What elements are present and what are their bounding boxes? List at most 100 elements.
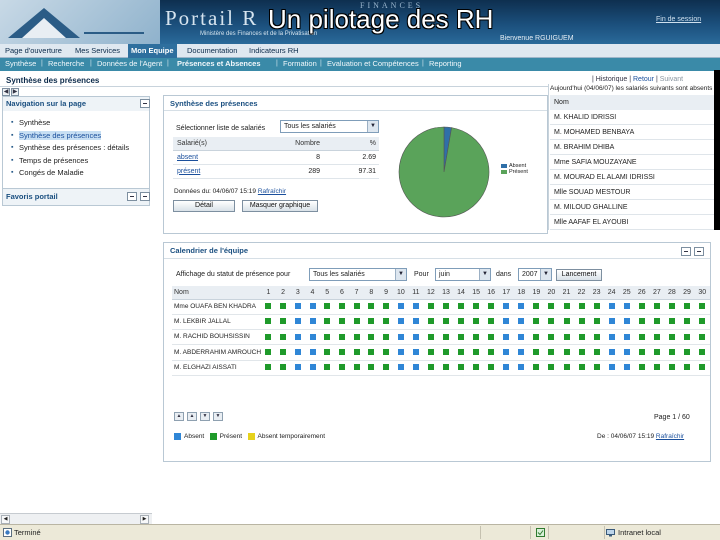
day-cell — [408, 344, 424, 361]
present-link[interactable]: présent — [173, 164, 251, 179]
options-icon[interactable] — [694, 247, 704, 256]
back-link[interactable]: Retour — [633, 76, 654, 83]
status-square — [458, 303, 465, 310]
status-square — [593, 333, 600, 340]
scrollbar[interactable] — [714, 70, 720, 230]
nav-item-conges-maladie[interactable]: Congés de Maladie — [11, 167, 149, 180]
status-square — [280, 349, 287, 356]
minimize-icon[interactable] — [140, 99, 150, 108]
status-square — [578, 349, 585, 356]
legend-item: Présent — [501, 169, 528, 175]
next-link[interactable]: Suivant — [660, 76, 683, 83]
nav-item-synthese-presences[interactable]: Synthèse des présences — [11, 130, 149, 143]
launch-button[interactable]: Lancement — [556, 269, 602, 281]
nav-item-temps-presences[interactable]: Temps de présences — [11, 155, 149, 168]
day-cell — [363, 360, 379, 376]
nav-item-synthese-details[interactable]: Synthèse des présences : détails — [11, 142, 149, 155]
history-menu[interactable]: Historique — [596, 76, 628, 83]
status-square — [427, 333, 434, 340]
nav-page-ouverture[interactable]: Page d'ouverture — [2, 44, 65, 58]
refresh-link[interactable]: Rafraîchir — [656, 433, 684, 440]
collapse-left-icon[interactable]: ◀ — [2, 88, 10, 96]
nav-mes-services[interactable]: Mes Services — [72, 44, 123, 58]
nav-documentation[interactable]: Documentation — [184, 44, 240, 58]
subnav-donnees-agent[interactable]: Données de l'Agent — [97, 58, 162, 71]
day-cell — [649, 360, 665, 376]
calendar-body: Mme OUAFA BEN KHADRA M. LEKBIR JALLAL M. R… — [172, 299, 710, 376]
month-select[interactable]: juin ▼ — [435, 268, 491, 281]
horizontal-scrollbar[interactable]: ◀ ▶ — [0, 513, 152, 524]
day-cell — [363, 344, 379, 361]
employee-filter-select[interactable]: Tous les salariés ▼ — [309, 268, 407, 281]
subnav-synthese[interactable]: Synthèse — [5, 58, 36, 71]
day-cell — [363, 329, 379, 346]
refresh-link[interactable]: Rafraîchir — [258, 188, 286, 195]
last-page-icon[interactable]: ▼ — [213, 412, 223, 421]
day-column-header: 14 — [453, 286, 469, 300]
status-square — [623, 303, 630, 310]
day-cell — [543, 314, 559, 331]
scroll-right-icon[interactable]: ▶ — [140, 515, 149, 524]
minimize-icon[interactable] — [140, 192, 150, 201]
day-cell — [634, 360, 650, 376]
day-cell — [275, 299, 291, 315]
year-select[interactable]: 2007 ▼ — [518, 268, 552, 281]
status-square — [309, 349, 316, 356]
status-square — [294, 333, 301, 340]
first-page-icon[interactable]: ▲ — [174, 412, 184, 421]
status-square — [458, 349, 465, 356]
day-cell — [589, 360, 605, 376]
table-row: présent 289 97.31 — [173, 164, 379, 179]
status-square — [443, 364, 449, 371]
status-square — [638, 333, 645, 340]
day-cell — [694, 299, 710, 315]
day-column-header: 6 — [334, 286, 350, 300]
status-square — [668, 364, 675, 371]
day-cell — [423, 344, 439, 361]
nav-item-synthese[interactable]: Synthèse — [11, 117, 149, 130]
absent-link[interactable]: absent — [173, 150, 251, 165]
subnav-presences-absences[interactable]: Présences et Absences — [177, 58, 261, 71]
status-square — [294, 349, 301, 356]
subnav-evaluation[interactable]: Evaluation et Compétences — [327, 58, 419, 71]
status-separator — [530, 526, 531, 539]
day-cell — [468, 329, 484, 346]
day-cell — [453, 360, 469, 376]
day-cell — [261, 299, 276, 315]
subnav-recherche[interactable]: Recherche — [48, 58, 84, 71]
day-column-header: 29 — [679, 286, 695, 300]
column-header: % — [323, 137, 379, 151]
logout-link[interactable]: Fin de session — [656, 16, 701, 23]
status-square — [443, 333, 449, 340]
status-square — [458, 333, 465, 340]
day-cell — [261, 329, 276, 346]
nav-indicateurs-rh[interactable]: Indicateurs RH — [246, 44, 302, 58]
day-cell — [305, 299, 320, 315]
pie-slice-present — [398, 126, 490, 218]
status-square — [563, 364, 570, 371]
status-square — [548, 349, 555, 356]
detail-button[interactable]: Détail — [173, 200, 235, 212]
expand-right-icon[interactable]: ▶ — [11, 88, 19, 96]
next-page-icon[interactable]: ▼ — [200, 412, 210, 421]
day-cell — [589, 329, 605, 346]
day-cell — [528, 360, 544, 376]
status-square — [699, 318, 706, 325]
status-square — [548, 318, 555, 325]
day-column-header: 9 — [378, 286, 394, 300]
hide-chart-button[interactable]: Masquer graphique — [242, 200, 318, 212]
prev-page-icon[interactable]: ▲ — [187, 412, 197, 421]
scroll-left-icon[interactable]: ◀ — [1, 515, 10, 524]
day-column-header: 13 — [438, 286, 454, 300]
subnav-reporting[interactable]: Reporting — [429, 58, 462, 71]
options-icon[interactable] — [127, 192, 137, 201]
nav-mon-equipe[interactable]: Mon Equipe — [128, 44, 177, 58]
employee-list-select[interactable]: Tous les salariés ▼ — [280, 120, 379, 133]
day-cell — [589, 314, 605, 331]
subnav-formation[interactable]: Formation — [283, 58, 317, 71]
status-square — [338, 318, 345, 325]
status-square — [563, 349, 570, 356]
personalize-icon[interactable] — [681, 247, 691, 256]
for-label: Pour — [414, 271, 429, 278]
month-value: juin — [439, 271, 450, 278]
